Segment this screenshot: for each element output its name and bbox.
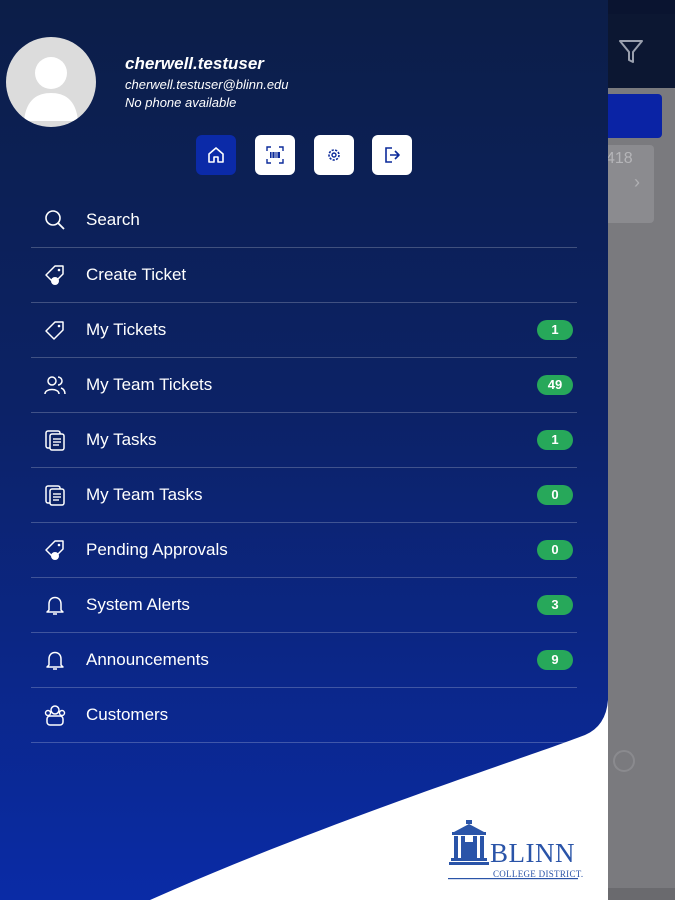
bell-icon bbox=[46, 596, 64, 615]
menu-label: Announcements bbox=[86, 650, 209, 669]
background-circle-icon bbox=[613, 750, 635, 772]
menu-item-my-tasks[interactable]: My Tasks 1 bbox=[31, 413, 577, 468]
gear-icon bbox=[328, 149, 340, 161]
logout-button[interactable] bbox=[372, 135, 412, 175]
logo-subtitle: COLLEGE DISTRICT. bbox=[493, 869, 584, 879]
background-card-number: 418 bbox=[606, 150, 633, 167]
user-phone: No phone available bbox=[125, 95, 237, 110]
count-badge: 3 bbox=[537, 595, 573, 615]
user-name: cherwell.testuser bbox=[125, 54, 264, 73]
avatar[interactable] bbox=[6, 37, 96, 127]
menu-item-my-team-tasks[interactable]: My Team Tasks 0 bbox=[31, 468, 577, 523]
menu-label: Create Ticket bbox=[86, 265, 187, 284]
menu-item-customers[interactable]: Customers bbox=[31, 688, 577, 743]
user-email: cherwell.testuser@blinn.edu bbox=[125, 77, 289, 92]
menu-label: Customers bbox=[86, 705, 169, 724]
menu-item-search[interactable]: Search bbox=[31, 193, 577, 248]
navigation-menu: Search Create Ticket My Tickets 1 My Tea… bbox=[31, 193, 577, 743]
ticket-icon bbox=[45, 321, 64, 340]
logout-icon bbox=[385, 147, 400, 163]
menu-item-announcements[interactable]: Announcements 9 bbox=[31, 633, 577, 688]
background-bottom-bar bbox=[600, 888, 675, 900]
ticket-add-icon bbox=[45, 540, 64, 560]
tasks-icon bbox=[45, 485, 65, 506]
count-badge: 1 bbox=[537, 430, 573, 450]
barcode-scan-icon bbox=[266, 146, 284, 164]
menu-item-my-tickets[interactable]: My Tickets 1 bbox=[31, 303, 577, 358]
count-badge: 1 bbox=[537, 320, 573, 340]
bell-icon bbox=[46, 651, 64, 670]
menu-item-my-team-tickets[interactable]: My Team Tickets 49 bbox=[31, 358, 577, 413]
count-badge: 0 bbox=[537, 540, 573, 560]
count-badge: 9 bbox=[537, 650, 573, 670]
menu-item-pending-approvals[interactable]: Pending Approvals 0 bbox=[31, 523, 577, 578]
logo-name: BLINN bbox=[490, 838, 575, 868]
chevron-right-icon: › bbox=[634, 172, 640, 192]
menu-item-create-ticket[interactable]: Create Ticket bbox=[31, 248, 577, 303]
menu-label: Pending Approvals bbox=[86, 540, 228, 559]
scan-button[interactable] bbox=[255, 135, 295, 175]
settings-button[interactable] bbox=[314, 135, 354, 175]
customers-icon bbox=[44, 705, 66, 726]
menu-label: My Tickets bbox=[86, 320, 167, 339]
filter-icon[interactable] bbox=[617, 36, 645, 66]
count-badge: 0 bbox=[537, 485, 573, 505]
search-icon bbox=[45, 210, 65, 230]
navigation-drawer: cherwell.testuser cherwell.testuser@blin… bbox=[0, 0, 608, 900]
user-silhouette-icon bbox=[24, 57, 78, 121]
menu-label: My Team Tasks bbox=[86, 485, 203, 504]
menu-item-system-alerts[interactable]: System Alerts 3 bbox=[31, 578, 577, 633]
ticket-add-icon bbox=[45, 265, 64, 285]
menu-label: Search bbox=[86, 210, 140, 229]
count-badge: 49 bbox=[537, 375, 573, 395]
team-icon bbox=[44, 376, 66, 395]
home-button[interactable] bbox=[196, 135, 236, 175]
menu-label: System Alerts bbox=[86, 595, 190, 614]
background-primary-bar bbox=[600, 94, 662, 138]
home-icon bbox=[208, 147, 224, 163]
menu-label: My Team Tickets bbox=[86, 375, 213, 394]
tasks-icon bbox=[45, 430, 65, 451]
menu-label: My Tasks bbox=[86, 430, 157, 449]
